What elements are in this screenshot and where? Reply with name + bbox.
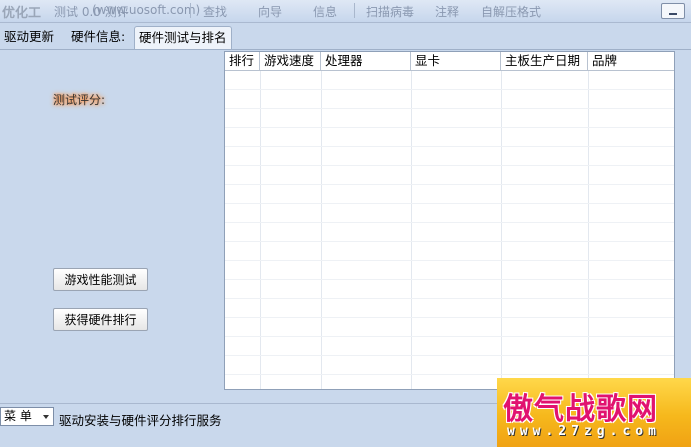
title-separator <box>354 3 355 18</box>
title-menu-find[interactable]: 查找 <box>203 3 227 20</box>
column-header-rank[interactable]: 排行 <box>225 52 260 70</box>
title-menu-sfx[interactable]: 自解压格式 <box>481 3 541 20</box>
table-row <box>225 317 674 318</box>
table-row <box>225 298 674 299</box>
title-menu-virus-scan[interactable]: 扫描病毒 <box>366 3 414 20</box>
table-row <box>225 336 674 337</box>
column-header-game-speed[interactable]: 游戏速度 <box>260 52 321 70</box>
title-separator <box>190 3 191 18</box>
column-divider <box>588 71 589 389</box>
ranking-table[interactable]: 排行 游戏速度 处理器 显卡 主板生产日期 品牌 <box>224 51 675 390</box>
watermark-logo: 傲气战歌网 www.27zg.com <box>497 378 691 447</box>
status-text: 驱动安装与硬件评分排行服务 <box>59 413 222 428</box>
watermark-url: www.27zg.com <box>507 424 661 439</box>
table-row <box>225 146 674 147</box>
tab-content-border <box>0 49 691 50</box>
table-row <box>225 108 674 109</box>
title-bar: 优化工 测试 0.0 测评 (www.uosoft.com) 查找 向导 信息 … <box>0 0 691 23</box>
watermark-main-text: 傲气战歌网 <box>503 392 658 427</box>
table-row <box>225 127 674 128</box>
title-menu-comment[interactable]: 注释 <box>435 3 459 20</box>
column-header-board-date[interactable]: 主板生产日期 <box>501 52 588 70</box>
table-row <box>225 279 674 280</box>
get-hardware-rank-button[interactable]: 获得硬件排行 <box>53 308 148 331</box>
table-header: 排行 游戏速度 处理器 显卡 主板生产日期 品牌 <box>225 52 674 71</box>
table-row <box>225 374 674 375</box>
table-row <box>225 89 674 90</box>
score-label: 测试评分: <box>53 93 106 107</box>
table-row <box>225 260 674 261</box>
column-divider <box>321 71 322 389</box>
column-divider <box>501 71 502 389</box>
menu-dropdown[interactable]: 菜 单 <box>0 407 54 426</box>
column-divider <box>260 71 261 389</box>
title-menu-wizard[interactable]: 向导 <box>258 3 282 20</box>
column-header-gpu[interactable]: 显卡 <box>411 52 501 70</box>
title-menu-info[interactable]: 信息 <box>313 3 337 20</box>
tab-hardware-info[interactable]: 硬件信息: <box>67 26 129 48</box>
column-header-brand[interactable]: 品牌 <box>588 52 674 70</box>
table-row <box>225 184 674 185</box>
table-body <box>225 71 674 389</box>
table-row <box>225 165 674 166</box>
tab-hardware-test-rank[interactable]: 硬件测试与排名 <box>134 26 232 50</box>
column-header-cpu[interactable]: 处理器 <box>321 52 411 70</box>
table-row <box>225 355 674 356</box>
table-row <box>225 241 674 242</box>
minimize-button[interactable] <box>661 3 685 19</box>
tab-driver-update[interactable]: 驱动更新 <box>0 26 58 48</box>
game-performance-test-button[interactable]: 游戏性能测试 <box>53 268 148 291</box>
table-row <box>225 222 674 223</box>
app-title: 优化工 <box>2 6 42 21</box>
column-divider <box>411 71 412 389</box>
table-row <box>225 203 674 204</box>
menu-label: 菜 单 <box>4 409 32 423</box>
title-faded-text-2: (www.uosoft.com) <box>92 3 201 17</box>
chevron-down-icon <box>43 415 49 419</box>
